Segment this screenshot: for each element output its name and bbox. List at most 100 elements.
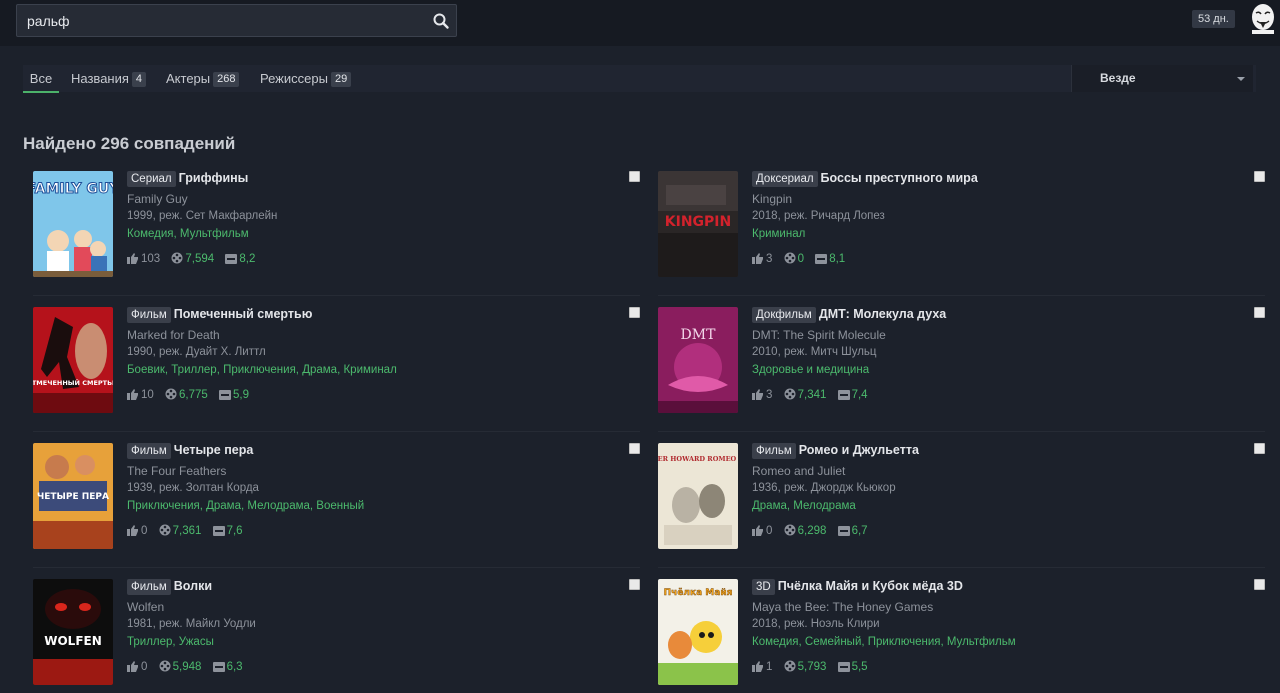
likes-stat: 3	[752, 389, 772, 401]
views-count: 7,341	[797, 389, 827, 401]
type-badge: Доксериал	[752, 171, 818, 187]
film-reel-icon	[784, 388, 796, 400]
rating-icon	[837, 662, 850, 672]
poster-title: ЧЕТЫРЕ ПЕРА	[37, 492, 109, 502]
genres[interactable]: Комедия, Семейный, Приключения, Мультфил…	[752, 636, 1252, 651]
genres[interactable]: Драма, Мелодрама	[752, 500, 1252, 515]
thumbs-up-icon	[127, 389, 138, 400]
rating-icon	[218, 390, 231, 400]
poster-image[interactable]: FAMILY GUY	[33, 171, 113, 277]
result-card: DMT Докфильм ДМТ: Молекула духа DMT: The …	[658, 307, 1265, 432]
views-stat: 7,341	[784, 388, 827, 401]
thumbs-up-icon	[127, 525, 138, 536]
likes-count: 3	[766, 389, 773, 401]
views-stat: 0	[784, 252, 804, 265]
tab-all[interactable]: Все	[23, 65, 59, 93]
search-input[interactable]	[17, 5, 417, 36]
result-title[interactable]: Пчёлка Майя и Кубок мёда 3D	[778, 579, 963, 593]
poster-image[interactable]: ЧЕТЫРЕ ПЕРА	[33, 443, 113, 549]
poster-title: WOLFEN	[44, 634, 102, 648]
rating-stat: 6,3	[212, 661, 243, 673]
select-checkbox[interactable]	[629, 579, 640, 590]
likes-stat: 0	[127, 525, 147, 537]
film-reel-icon	[784, 660, 796, 672]
type-badge: Фильм	[752, 443, 796, 459]
genres[interactable]: Криминал	[752, 228, 1252, 243]
original-title: Wolfen	[127, 600, 165, 614]
likes-count: 10	[141, 389, 154, 401]
tab-actors[interactable]: Актеры 268	[166, 65, 240, 92]
result-title[interactable]: Помеченный смертью	[174, 307, 313, 321]
likes-count: 0	[141, 661, 148, 673]
tab-directors-count: 29	[330, 72, 352, 87]
avatar-icon[interactable]	[1250, 4, 1276, 34]
views-count: 7,361	[172, 525, 202, 537]
views-stat: 5,948	[159, 660, 202, 673]
result-title[interactable]: Ромео и Джульетта	[799, 443, 919, 457]
genres[interactable]: Боевик, Триллер, Приключения, Драма, Кри…	[127, 364, 627, 379]
thumbs-up-icon	[752, 661, 763, 672]
tab-directors[interactable]: Режиссеры 29	[260, 65, 352, 92]
select-checkbox[interactable]	[1254, 307, 1265, 318]
result-info: Фильм Четыре пера The Four Feathers 1939,…	[127, 443, 627, 539]
original-title: The Four Feathers	[127, 464, 227, 478]
genres[interactable]: Приключения, Драма, Мелодрама, Военный	[127, 500, 627, 515]
search-icon[interactable]	[432, 12, 450, 30]
result-title[interactable]: ДМТ: Молекула духа	[819, 307, 946, 321]
poster-image[interactable]: DMT	[658, 307, 738, 413]
rating-value: 5,9	[232, 389, 249, 401]
poster-image[interactable]: Пчёлка Майя	[658, 579, 738, 685]
poster-image[interactable]: KINGPIN	[658, 171, 738, 277]
select-checkbox[interactable]	[629, 171, 640, 182]
result-title[interactable]: Четыре пера	[174, 443, 254, 457]
views-count: 6,298	[797, 525, 827, 537]
select-checkbox[interactable]	[629, 307, 640, 318]
genres[interactable]: Триллер, Ужасы	[127, 636, 627, 651]
type-badge: Фильм	[127, 443, 171, 459]
likes-count: 0	[766, 525, 773, 537]
thumbs-up-icon	[752, 389, 763, 400]
rating-icon	[837, 526, 850, 536]
result-title[interactable]: Волки	[174, 579, 212, 593]
views-count: 5,948	[172, 661, 202, 673]
select-checkbox[interactable]	[1254, 171, 1265, 182]
tab-names-count: 4	[131, 72, 147, 87]
search-box[interactable]	[16, 4, 457, 37]
scope-select[interactable]: Везде	[1071, 65, 1253, 92]
views-count: 5,793	[797, 661, 827, 673]
likes-count: 0	[141, 525, 148, 537]
views-stat: 7,361	[159, 524, 202, 537]
type-badge: Фильм	[127, 579, 171, 595]
poster-image[interactable]: WOLFEN	[33, 579, 113, 685]
year-director: 2018, реж. Ноэль Клири	[752, 618, 880, 630]
tab-names[interactable]: Названия 4	[71, 65, 147, 92]
rating-value: 5,5	[851, 661, 868, 673]
type-badge: Докфильм	[752, 307, 816, 323]
select-checkbox[interactable]	[1254, 443, 1265, 454]
likes-stat: 3	[752, 253, 772, 265]
tab-actors-label: Актеры	[166, 71, 211, 86]
thumbs-up-icon	[752, 525, 763, 536]
likes-count: 3	[766, 253, 773, 265]
result-card: SHEARER HOWARD ROMEO JULIET ФильмРомео и…	[658, 443, 1265, 568]
views-count: 0	[797, 253, 805, 265]
genres[interactable]: Комедия, Мультфильм	[127, 228, 627, 243]
select-checkbox[interactable]	[629, 443, 640, 454]
result-title[interactable]: Гриффины	[179, 171, 249, 185]
select-checkbox[interactable]	[1254, 579, 1265, 590]
poster-image[interactable]: SHEARER HOWARD ROMEO JULIET	[658, 443, 738, 549]
result-info: 3D Пчёлка Майя и Кубок мёда 3D Maya the B…	[752, 579, 1252, 675]
likes-stat: 0	[752, 525, 772, 537]
result-title[interactable]: Боссы преступного мира	[821, 171, 978, 185]
views-count: 6,775	[179, 389, 208, 401]
result-card: Пчёлка Майя 3D Пчёлка Майя и Кубок мёда 3…	[658, 579, 1265, 685]
result-info: Доксериал Боссы преступного мира Kingpin …	[752, 171, 1252, 267]
genres[interactable]: Здоровье и медицина	[752, 364, 1252, 379]
original-title: Marked for Death	[127, 328, 220, 342]
views-count: 7,594	[185, 253, 215, 265]
poster-image[interactable]: ОТМЕЧЕННЫЙ СМЕРТЬЮ	[33, 307, 113, 413]
days-badge[interactable]: 53 дн.	[1192, 10, 1235, 28]
year-director: 2018, реж. Ричард Лопез	[752, 210, 885, 222]
rating-icon	[225, 254, 238, 264]
tab-directors-label: Режиссеры	[260, 71, 328, 86]
